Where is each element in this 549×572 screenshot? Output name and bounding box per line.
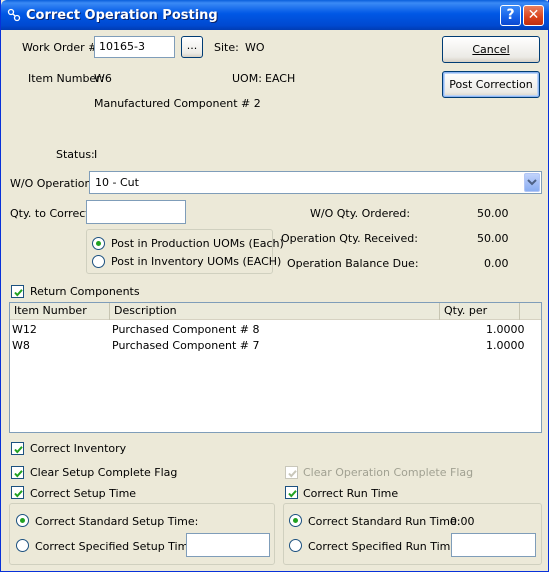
- table-row-2-description[interactable]: Purchased Component # 7: [112, 339, 260, 352]
- op-qty-received-value: 50.00: [477, 232, 509, 245]
- check-icon: [14, 490, 23, 498]
- app-icon: [7, 8, 21, 22]
- check-icon: [288, 470, 297, 478]
- standard-setup-radio[interactable]: [16, 514, 29, 527]
- check-icon: [14, 470, 23, 478]
- dialog-window: Correct Operation Posting ? ✕ Work Order…: [0, 0, 549, 572]
- table-header: Item Number Description Qty. per: [10, 303, 541, 320]
- specified-run-label[interactable]: Correct Specified Run Time:: [308, 540, 461, 553]
- standard-run-label[interactable]: Correct Standard Run Time:: [308, 515, 460, 528]
- column-header-description[interactable]: Description: [110, 303, 440, 320]
- radio-selected-dot: [96, 241, 101, 246]
- radio-selected-dot: [20, 518, 25, 523]
- post-inventory-label[interactable]: Post in Inventory UOMs (EACH): [111, 255, 281, 268]
- table-row-1-description[interactable]: Purchased Component # 8: [112, 323, 260, 336]
- correct-inventory-checkbox[interactable]: [11, 442, 24, 455]
- standard-setup-label[interactable]: Correct Standard Setup Time:: [35, 515, 198, 528]
- specified-setup-radio[interactable]: [16, 539, 29, 552]
- operation-select-value: 10 - Cut: [95, 176, 139, 189]
- work-order-label: Work Order #:: [22, 41, 102, 54]
- item-number-label: Item Number:: [28, 72, 105, 85]
- post-production-radio[interactable]: [92, 237, 105, 250]
- work-order-lookup-button[interactable]: ...: [181, 36, 203, 58]
- work-order-input[interactable]: 10165-3: [94, 36, 175, 58]
- help-button[interactable]: ?: [500, 5, 521, 26]
- op-balance-due-label: Operation Balance Due:: [287, 257, 419, 270]
- window-title: Correct Operation Posting: [26, 8, 218, 23]
- uom-value: EACH: [265, 72, 296, 85]
- specified-run-input[interactable]: [451, 533, 536, 557]
- cancel-button[interactable]: Cancel: [442, 36, 540, 63]
- check-icon: [288, 490, 297, 498]
- qty-to-correct-label: Qty. to Correct:: [10, 207, 94, 220]
- specified-setup-label[interactable]: Correct Specified Setup Time:: [35, 540, 199, 553]
- column-header-qty-per[interactable]: Qty. per: [440, 303, 520, 320]
- specified-run-radio[interactable]: [289, 539, 302, 552]
- correct-run-time-label[interactable]: Correct Run Time: [303, 487, 398, 500]
- post-inventory-radio[interactable]: [92, 255, 105, 268]
- specified-setup-input[interactable]: [186, 533, 270, 557]
- post-production-label[interactable]: Post in Production UOMs (Each): [111, 237, 284, 250]
- check-icon: [14, 446, 23, 454]
- return-components-checkbox[interactable]: [11, 285, 24, 298]
- operation-select[interactable]: 10 - Cut: [89, 171, 542, 194]
- return-components-label[interactable]: Return Components: [30, 285, 140, 298]
- table-row-2-item[interactable]: W8: [12, 339, 30, 352]
- correct-setup-time-checkbox[interactable]: [11, 486, 24, 499]
- status-value: I: [94, 148, 98, 161]
- column-header-item-number[interactable]: Item Number: [10, 303, 110, 320]
- item-description: Manufactured Component # 2: [94, 97, 261, 110]
- clear-setup-flag-label[interactable]: Clear Setup Complete Flag: [30, 466, 177, 479]
- post-correction-label: Post Correction: [449, 78, 533, 91]
- status-label: Status:: [56, 148, 95, 161]
- check-icon: [14, 289, 23, 297]
- site-value: WO: [245, 41, 265, 54]
- correct-run-time-checkbox[interactable]: [285, 486, 298, 499]
- op-qty-received-label: Operation Qty. Received:: [281, 232, 418, 245]
- correct-inventory-label[interactable]: Correct Inventory: [30, 442, 126, 455]
- clear-operation-flag-checkbox: [285, 466, 298, 479]
- standard-run-value: 0.00: [450, 515, 475, 528]
- wo-qty-ordered-value: 50.00: [477, 207, 509, 220]
- table-row-1-qty[interactable]: 1.0000: [486, 323, 525, 336]
- title-bar[interactable]: Correct Operation Posting ? ✕: [1, 0, 549, 30]
- site-label: Site:: [214, 41, 239, 54]
- item-number-value: W6: [94, 72, 112, 85]
- close-button[interactable]: ✕: [523, 5, 544, 26]
- wo-qty-ordered-label: W/O Qty. Ordered:: [310, 207, 411, 220]
- radio-selected-dot: [293, 518, 298, 523]
- uom-label: UOM:: [232, 72, 262, 85]
- cancel-label: Cancel: [472, 43, 510, 56]
- qty-to-correct-input[interactable]: [86, 200, 186, 224]
- op-balance-due-value: 0.00: [484, 257, 509, 270]
- clear-operation-flag-label: Clear Operation Complete Flag: [303, 466, 474, 479]
- post-correction-button[interactable]: Post Correction: [442, 71, 540, 98]
- components-table[interactable]: Item Number Description Qty. per W12 Pur…: [9, 302, 542, 433]
- operation-label: W/O Operation:: [10, 177, 96, 190]
- correct-setup-time-label[interactable]: Correct Setup Time: [30, 487, 136, 500]
- table-row-1-item[interactable]: W12: [12, 323, 37, 336]
- chevron-down-icon[interactable]: [524, 173, 540, 192]
- table-row-2-qty[interactable]: 1.0000: [486, 339, 525, 352]
- clear-setup-flag-checkbox[interactable]: [11, 466, 24, 479]
- standard-run-radio[interactable]: [289, 514, 302, 527]
